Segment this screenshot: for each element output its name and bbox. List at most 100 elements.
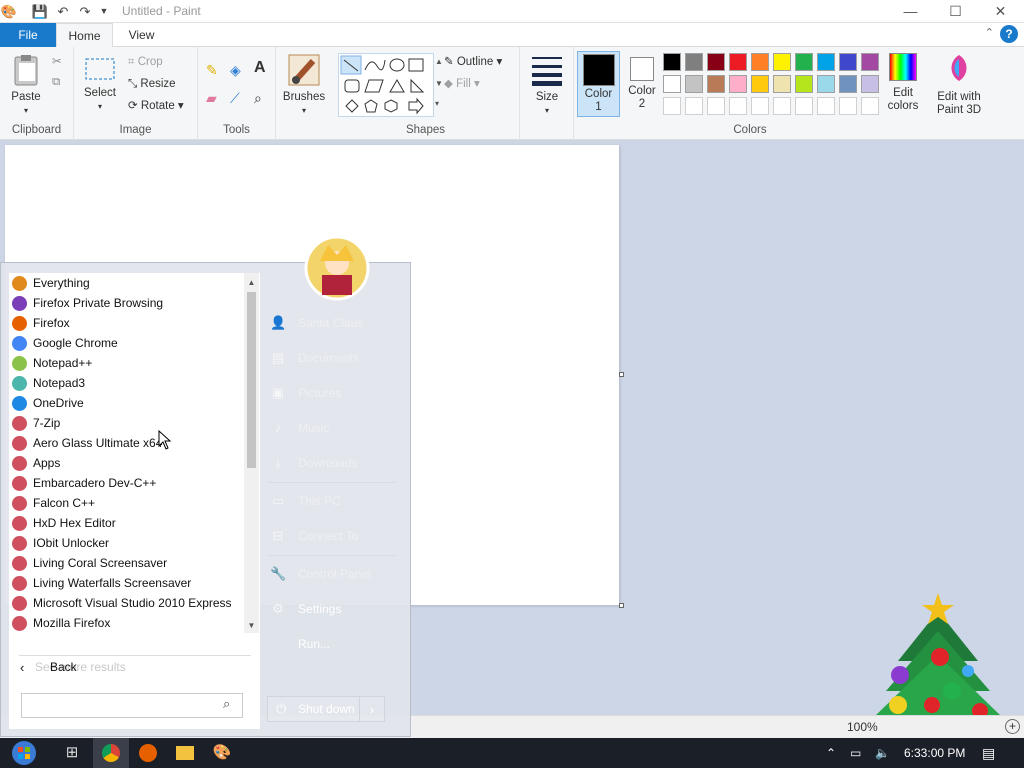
color-swatch[interactable] [685, 53, 703, 71]
shapes-scroll-down[interactable]: ▼ [435, 77, 443, 91]
resize-handle-corner[interactable] [619, 603, 624, 608]
tab-view[interactable]: View [113, 23, 170, 47]
paste-button[interactable]: Paste ▾ [6, 53, 46, 117]
select-button[interactable]: Select ▾ [80, 55, 120, 113]
color-swatch[interactable] [729, 97, 747, 115]
crop-button[interactable]: ⌗ Crop [128, 55, 163, 69]
color-swatch[interactable] [861, 75, 879, 93]
color-swatch[interactable] [817, 97, 835, 115]
pencil-icon[interactable]: ✎ [206, 63, 218, 77]
color-swatch[interactable] [685, 97, 703, 115]
taskbar-paint-icon[interactable]: 🎨 [204, 738, 240, 768]
action-center-icon[interactable]: ▤ [982, 738, 995, 768]
color-swatch[interactable] [861, 53, 879, 71]
color-swatch[interactable] [839, 75, 857, 93]
magnifier-icon[interactable]: ⌕ [254, 91, 262, 105]
color-swatch[interactable] [795, 97, 813, 115]
color2-button[interactable]: Color 2 [622, 53, 662, 111]
fill-icon[interactable]: ◈ [230, 63, 241, 77]
color-swatch[interactable] [839, 97, 857, 115]
color-swatch[interactable] [773, 75, 791, 93]
shutdown-label: Shut down [298, 702, 355, 716]
window-title: Untitled - Paint [122, 4, 201, 18]
size-button[interactable]: Size ▾ [526, 53, 568, 117]
program-list-scrollbar[interactable]: ▲ ▼ [244, 273, 259, 633]
color-swatch[interactable] [817, 75, 835, 93]
shapes-gallery[interactable] [338, 53, 434, 117]
back-button[interactable]: ‹ See more results Back [20, 660, 126, 676]
color-swatch[interactable] [817, 53, 835, 71]
color-swatch[interactable] [773, 97, 791, 115]
color-swatch[interactable] [663, 75, 681, 93]
tab-home[interactable]: Home [56, 23, 113, 48]
color-swatch[interactable] [729, 53, 747, 71]
shapes-scroll-up[interactable]: ▲ [435, 55, 443, 69]
help-button[interactable]: ? [1000, 25, 1018, 43]
computer-icon: ▭ [271, 493, 285, 508]
rotate-label: Rotate [140, 100, 175, 112]
color-swatch[interactable] [795, 75, 813, 93]
volume-icon[interactable]: 🔈 [875, 738, 890, 768]
fill-button[interactable]: ◆ Fill ▾ [444, 77, 480, 91]
network-icon[interactable]: ▭ [850, 738, 861, 768]
edit-paint3d-button[interactable]: Edit with Paint 3D [932, 53, 986, 117]
color-swatch[interactable] [751, 97, 769, 115]
maximize-button[interactable]: ☐ [933, 0, 978, 23]
undo-icon[interactable]: ↶ [54, 3, 72, 20]
save-icon[interactable]: 💾 [31, 3, 49, 20]
search-input[interactable] [21, 693, 243, 718]
taskbar-explorer-icon[interactable] [167, 738, 203, 768]
scroll-down-arrow-icon[interactable]: ▼ [244, 618, 259, 633]
text-icon[interactable]: A [254, 60, 266, 76]
color1-button[interactable]: Color 1 [577, 51, 620, 117]
collapse-ribbon-icon[interactable]: ⌃ [985, 26, 994, 39]
task-view-icon[interactable]: ⊞ [54, 738, 90, 768]
cut-icon[interactable]: ✂ [52, 55, 62, 69]
redo-icon[interactable]: ↷ [76, 3, 94, 20]
eraser-icon[interactable]: ▰ [206, 91, 217, 105]
tab-file[interactable]: File [0, 23, 56, 47]
resize-button[interactable]: ⤡ Resize [128, 77, 176, 91]
edit-colors-button[interactable]: Edit colors [880, 53, 926, 113]
outline-button[interactable]: ✎ Outline ▾ [444, 55, 502, 69]
color-swatch[interactable] [707, 97, 725, 115]
program-label: Notepad3 [33, 376, 86, 390]
windows-orb-icon [12, 741, 36, 765]
clipboard-group: Paste ▾ ✂ ⧉ Clipboard [0, 47, 74, 140]
color-swatch[interactable] [751, 53, 769, 71]
color-swatch[interactable] [795, 53, 813, 71]
color-swatch[interactable] [707, 75, 725, 93]
taskbar-chrome-icon[interactable] [93, 738, 129, 768]
scrollbar-thumb[interactable] [247, 292, 256, 468]
clock[interactable]: 6:33:00 PM [904, 738, 965, 768]
user-avatar[interactable] [304, 235, 370, 301]
resize-icon: ⤡ [128, 78, 138, 90]
taskbar-firefox-icon[interactable] [130, 738, 166, 768]
copy-icon[interactable]: ⧉ [52, 75, 60, 89]
color-swatch[interactable] [663, 97, 681, 115]
rotate-button[interactable]: ⟳ Rotate ▾ [128, 99, 184, 113]
color-swatch[interactable] [773, 53, 791, 71]
shutdown-options-arrow-icon[interactable]: › [359, 696, 385, 722]
color-swatch[interactable] [663, 53, 681, 71]
color-swatch[interactable] [707, 53, 725, 71]
color-swatch[interactable] [685, 75, 703, 93]
scroll-up-arrow-icon[interactable]: ▲ [244, 275, 259, 290]
brushes-button[interactable]: Brushes ▾ [282, 53, 326, 117]
show-hidden-icons[interactable]: ⌃ [826, 738, 836, 768]
connect-icon: ⊟ [272, 528, 284, 543]
start-button[interactable] [4, 738, 44, 768]
color-swatch[interactable] [751, 75, 769, 93]
color-picker-icon[interactable]: ⟋ [230, 91, 240, 105]
close-button[interactable]: ✕ [978, 0, 1023, 23]
resize-handle-right[interactable] [619, 372, 624, 377]
color-swatch[interactable] [729, 75, 747, 93]
color-swatch[interactable] [861, 97, 879, 115]
customize-toolbar-icon[interactable]: ▼ [95, 3, 113, 20]
zoom-in-button[interactable]: + [1005, 719, 1020, 734]
shapes-more[interactable]: ▾ [435, 97, 439, 111]
minimize-button[interactable]: — [888, 0, 933, 23]
paint-app-icon[interactable]: 🎨 [0, 3, 18, 20]
search-icon[interactable]: ⌕ [223, 696, 230, 712]
color-swatch[interactable] [839, 53, 857, 71]
